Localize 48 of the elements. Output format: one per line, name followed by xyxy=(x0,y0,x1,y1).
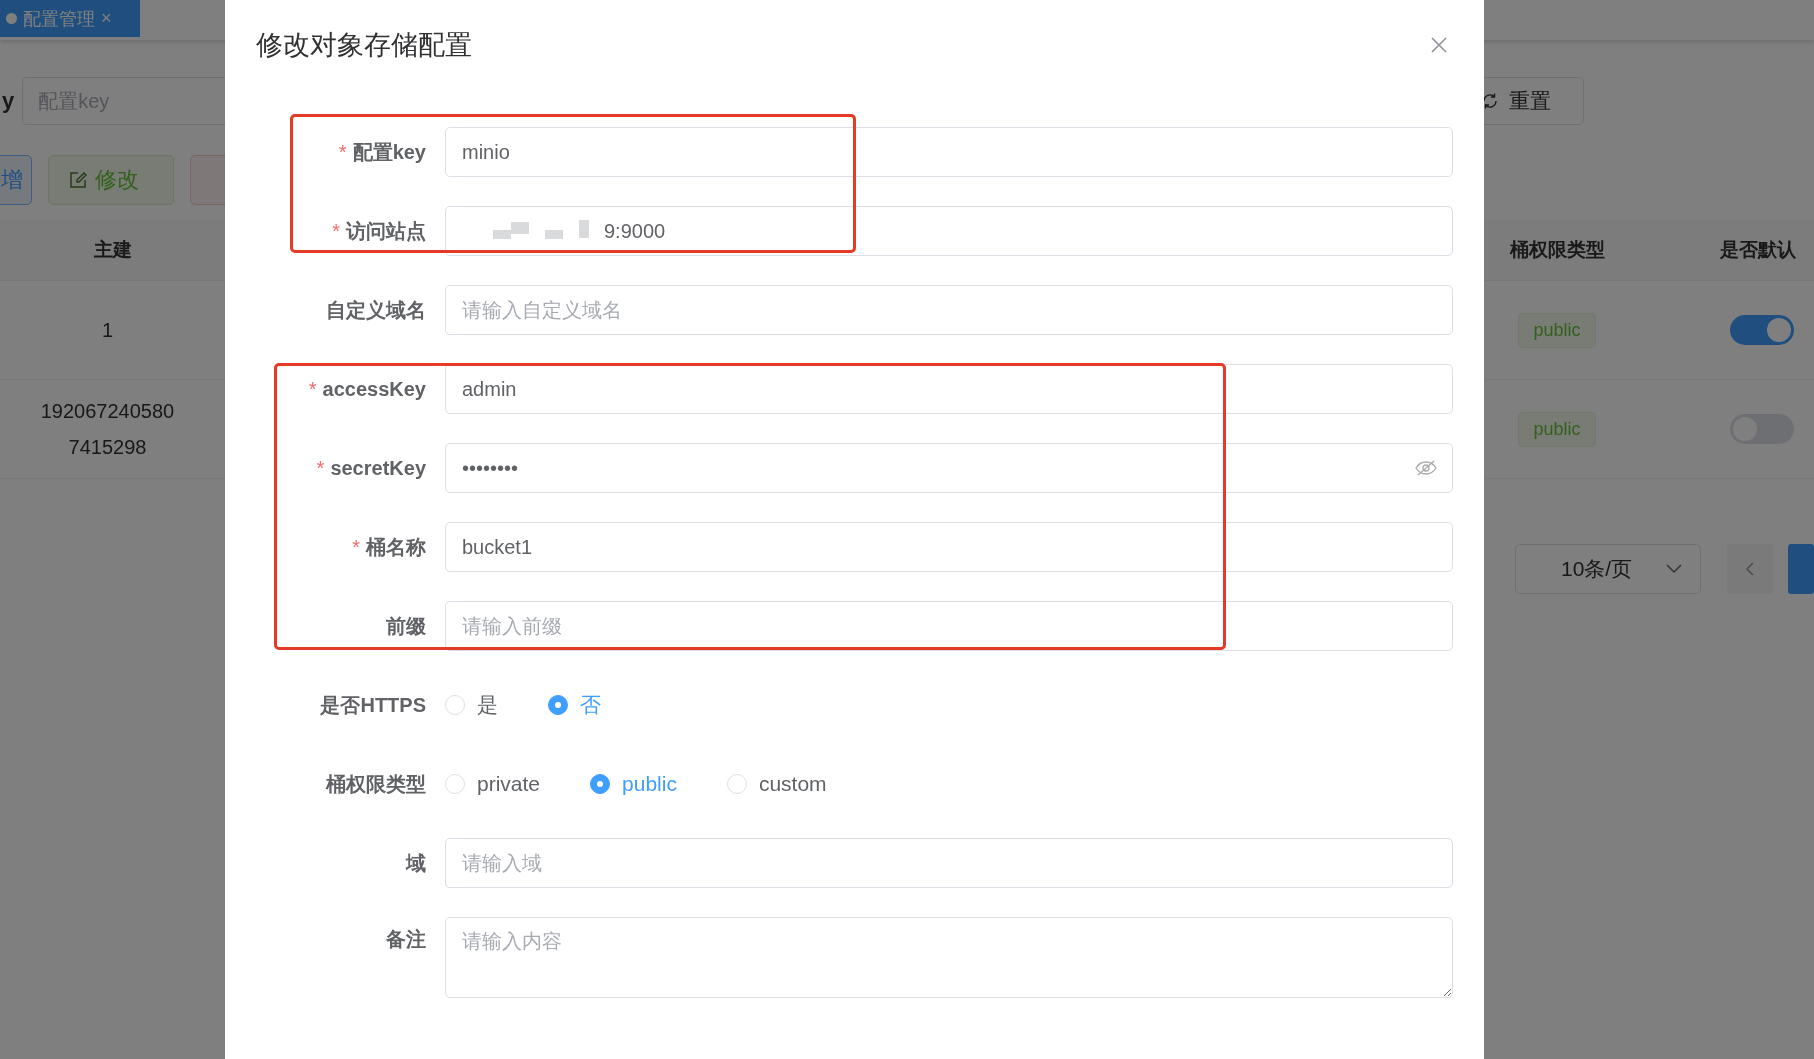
status-tag: public xyxy=(1518,411,1596,447)
table-cell-text: 1920672405807415298 xyxy=(39,399,176,460)
required-asterisk: * xyxy=(316,456,325,480)
required-asterisk: * xyxy=(338,140,347,164)
table-cell-text: 1 xyxy=(100,318,115,343)
column-header: 是否默认 xyxy=(1719,238,1797,262)
delete-button[interactable] xyxy=(190,155,225,205)
close-icon[interactable] xyxy=(1431,37,1447,53)
refresh-icon xyxy=(1484,92,1499,110)
page-button[interactable] xyxy=(1787,544,1814,594)
chevron-down-icon xyxy=(1665,564,1682,574)
field-label: 访问站点 xyxy=(346,218,426,244)
page-size-select[interactable]: 10条/页 xyxy=(1515,544,1701,594)
radio-option[interactable]: 是 xyxy=(445,691,498,719)
toggle-switch[interactable] xyxy=(1730,315,1794,345)
reset-button[interactable]: 重置 xyxy=(1484,77,1584,125)
required-asterisk: * xyxy=(308,377,317,401)
input-field[interactable]: 请输入前缀 xyxy=(445,601,1453,651)
eye-off-icon[interactable] xyxy=(1415,460,1437,476)
status-tag: public xyxy=(1518,312,1596,348)
field-label: 桶名称 xyxy=(366,534,426,560)
chevron-left-icon xyxy=(1745,562,1755,576)
column-header: 主建 xyxy=(93,238,132,262)
edit-icon xyxy=(69,171,87,189)
input-field[interactable]: 9:9000 xyxy=(445,206,1453,256)
field-label: accessKey xyxy=(322,377,426,401)
input-field[interactable]: minio xyxy=(445,127,1453,177)
search-label: y xyxy=(2,88,15,114)
radio-option[interactable]: custom xyxy=(726,772,827,796)
required-asterisk: * xyxy=(332,219,340,243)
input-field[interactable]: bucket1 xyxy=(445,522,1453,572)
field-label: 桶权限类型 xyxy=(326,771,426,797)
radio-option[interactable]: private xyxy=(445,772,541,796)
field-label: 域 xyxy=(406,850,426,876)
field-label: secretKey xyxy=(330,456,426,480)
field-label: 前缀 xyxy=(386,613,426,639)
input-field[interactable]: 请输入自定义域名 xyxy=(445,285,1453,335)
input-field[interactable]: 请输入域 xyxy=(445,838,1453,888)
dialog-title: 修改对象存储配置 xyxy=(256,29,472,62)
textarea-field[interactable]: 请输入内容 xyxy=(445,917,1453,998)
field-label: 配置key xyxy=(352,139,426,165)
required-asterisk: * xyxy=(352,535,360,559)
password-field[interactable]: •••••••• xyxy=(445,443,1453,493)
column-header: 桶权限类型 xyxy=(1508,238,1606,262)
field-label: 是否HTTPS xyxy=(320,692,426,718)
input-field[interactable]: admin xyxy=(445,364,1453,414)
field-label: 备注 xyxy=(386,926,426,952)
field-label: 自定义域名 xyxy=(326,297,426,323)
